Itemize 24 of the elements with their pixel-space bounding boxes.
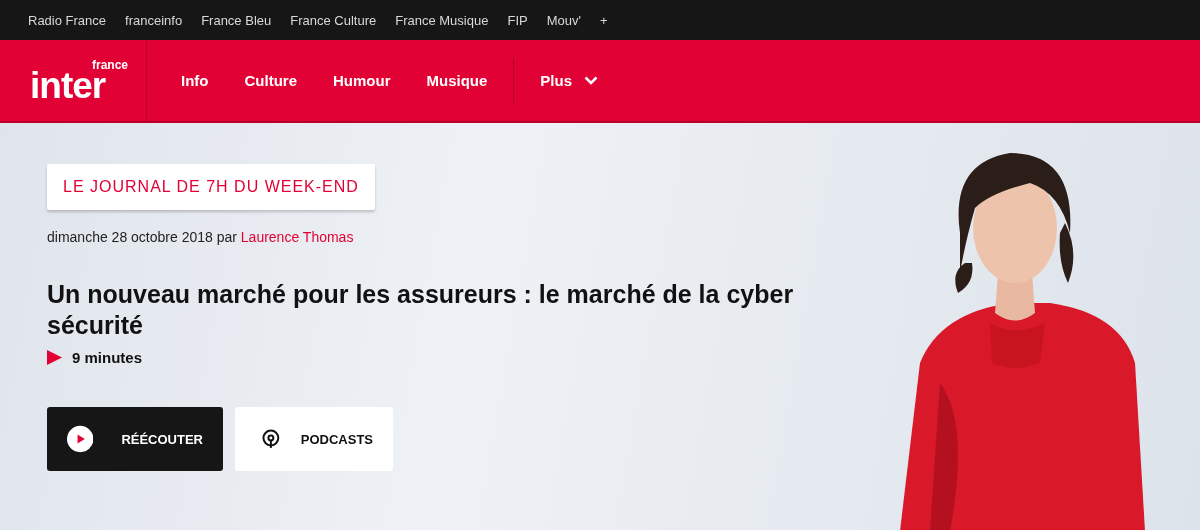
play-icon xyxy=(47,350,62,365)
nav-link[interactable]: Culture xyxy=(244,72,297,89)
replay-button[interactable]: RÉÉCOUTER xyxy=(47,407,223,471)
logo[interactable]: france inter xyxy=(0,40,147,121)
nav-link[interactable]: Info xyxy=(181,72,209,89)
network-link[interactable]: Mouv' xyxy=(546,12,581,28)
network-link[interactable]: FIP xyxy=(507,12,528,28)
episode-title: Un nouveau marché pour les assureurs : le marché de la cyber sécurité xyxy=(47,279,795,341)
network-link[interactable]: franceinfo xyxy=(125,12,183,28)
episode-meta: dimanche 28 octobre 2018 par Laurence Thomas xyxy=(47,229,355,245)
network-link[interactable]: + xyxy=(599,12,608,28)
podcasts-button[interactable]: PODCASTS xyxy=(235,407,393,471)
duration: 9 minutes xyxy=(72,349,143,366)
show-label[interactable]: LE JOURNAL DE 7H DU WEEK-END xyxy=(47,164,375,210)
network-link[interactable]: France Musique xyxy=(395,12,489,28)
network-link[interactable]: France Culture xyxy=(290,12,377,28)
network-link[interactable]: Radio France xyxy=(28,12,107,28)
network-link[interactable]: France Bleu xyxy=(201,12,272,28)
more-menu-button[interactable]: Plus xyxy=(540,40,599,121)
nav-link[interactable]: Humour xyxy=(333,72,391,89)
author-link[interactable]: Laurence Thomas xyxy=(240,229,354,245)
podcast-icon xyxy=(261,429,281,449)
chevron-down-icon xyxy=(584,76,599,85)
nav-link[interactable]: Musique xyxy=(426,72,488,89)
